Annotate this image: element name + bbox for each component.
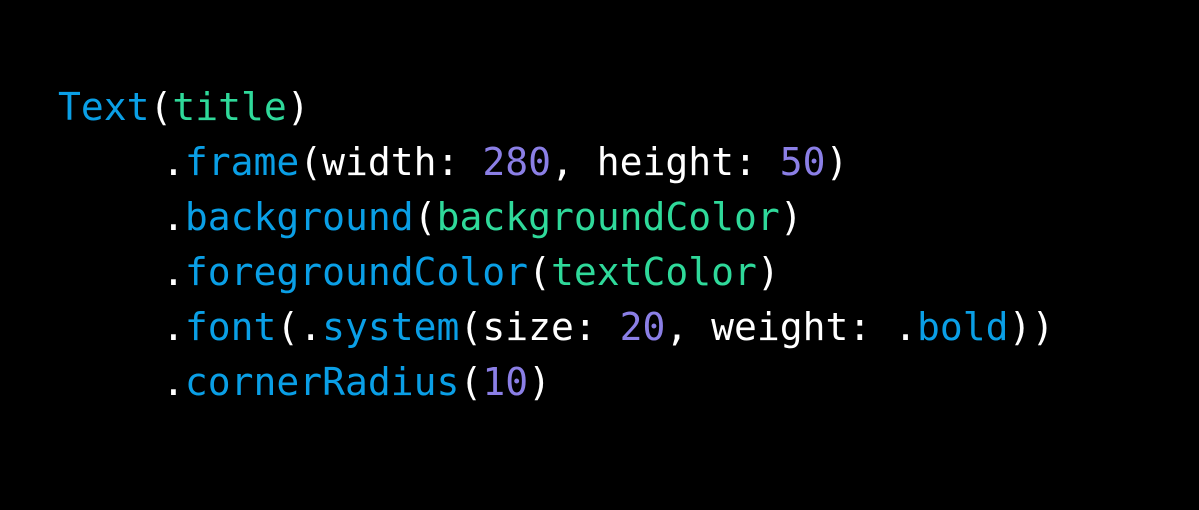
code-line: .foregroundColor(textColor) <box>58 245 1054 300</box>
code-token-number: 280 <box>482 140 551 184</box>
code-token-plain: ) <box>756 250 780 294</box>
code-token-method: cornerRadius <box>184 360 460 404</box>
code-token-plain: . <box>162 140 185 184</box>
code-token-plain: ) <box>528 360 551 404</box>
code-token-number: 10 <box>482 360 529 404</box>
code-line: .font(.system(size: 20, weight: .bold)) <box>58 300 1054 355</box>
code-token-method: background <box>184 195 414 239</box>
code-token-method: bold <box>917 305 1009 349</box>
code-token-plain: ( <box>413 195 437 239</box>
code-token-plain: )) <box>1008 305 1055 349</box>
code-token-method: frame <box>184 140 300 184</box>
code-token-plain: . <box>162 305 185 349</box>
code-token-method: foregroundColor <box>184 250 529 294</box>
code-token-plain: . <box>162 360 185 404</box>
code-line: .background(backgroundColor) <box>58 190 1054 245</box>
code-token-variable: title <box>172 85 287 129</box>
code-token-method: system <box>322 305 460 349</box>
code-token-number: 50 <box>779 140 826 184</box>
code-token-plain: , height: <box>550 140 780 184</box>
code-token-plain: ( <box>459 360 483 404</box>
code-token-plain: . <box>162 250 185 294</box>
code-line: Text(title) <box>58 80 1054 135</box>
code-token-plain: ) <box>825 140 849 184</box>
code-token-variable: backgroundColor <box>436 195 780 239</box>
code-token-plain: ( <box>528 250 551 294</box>
code-token-plain: (size: <box>459 305 620 349</box>
code-line: .frame(width: 280, height: 50) <box>58 135 1054 190</box>
code-token-plain: (width: <box>299 140 483 184</box>
code-token-variable: textColor <box>550 250 757 294</box>
code-token-number: 20 <box>619 305 666 349</box>
code-token-type: Text <box>58 85 150 129</box>
code-token-plain: ( <box>149 85 173 129</box>
code-line: .cornerRadius(10) <box>58 355 1054 410</box>
code-token-method: font <box>184 305 277 349</box>
code-block: Text(title) .frame(width: 280, height: 50… <box>58 80 1054 410</box>
code-token-plain: (. <box>276 305 323 349</box>
code-token-plain: , weight: . <box>665 305 918 349</box>
code-token-plain: ) <box>779 195 803 239</box>
code-token-plain: . <box>162 195 185 239</box>
code-slide: Text(title) .frame(width: 280, height: 50… <box>0 0 1199 510</box>
code-token-plain: ) <box>286 85 310 129</box>
